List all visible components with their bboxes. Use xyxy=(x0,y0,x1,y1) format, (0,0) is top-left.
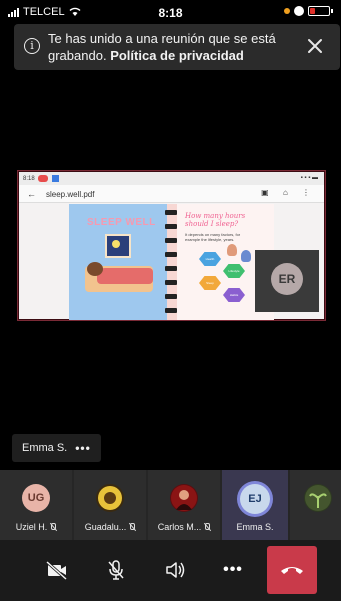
hex-label: Lifestyle xyxy=(223,264,245,278)
participant-avatar: UG xyxy=(22,484,50,512)
participant-tile[interactable]: Carlos M... xyxy=(148,470,220,540)
camera-toggle-button[interactable] xyxy=(32,550,82,590)
alarm-icon xyxy=(294,6,304,16)
mic-off-icon xyxy=(108,560,124,580)
blanket-illustration xyxy=(97,268,153,284)
hex-label: Sleep xyxy=(199,276,221,290)
close-icon[interactable] xyxy=(304,35,326,57)
person-photo-avatar xyxy=(170,484,198,512)
pdf-page-body: It depends on many factors, for example … xyxy=(185,232,241,242)
presenter-video-tile[interactable]: ER xyxy=(255,250,319,312)
hex-label: Habits xyxy=(223,288,245,302)
more-options-button[interactable]: ••• xyxy=(208,550,258,590)
hang-up-button[interactable] xyxy=(267,546,317,594)
status-right xyxy=(284,6,333,16)
sunflower-photo-avatar xyxy=(96,484,124,512)
pdf-page: SLEEP WELL How many hours should I sleep… xyxy=(69,204,274,320)
person-illustration xyxy=(241,250,251,262)
pdf-page-title: SLEEP WELL xyxy=(87,217,156,228)
shared-screen-content: 8:18 ▪ ▪ ▪ ▬ ← sleep.well.pdf ▣ ⌂ ⋮ SLEE… xyxy=(19,172,324,320)
more-icon: ••• xyxy=(223,561,243,578)
privacy-policy-link[interactable]: Política de privacidad xyxy=(110,48,244,63)
pdf-page-question: How many hours should I sleep? xyxy=(185,212,246,228)
binder-rings xyxy=(165,204,177,320)
participant-name: Emma S. xyxy=(236,522,274,532)
participant-tile[interactable]: UG Uziel H. xyxy=(0,470,72,540)
back-arrow-icon: ← xyxy=(27,189,36,199)
banner-text: Te has unido a una reunión que se está g… xyxy=(48,30,300,64)
active-speaker-name: Emma S. xyxy=(22,442,68,454)
battery-tip xyxy=(331,9,333,13)
participant-name-row: Emma S. xyxy=(222,522,288,532)
participant-name-row: Carlos M... xyxy=(148,522,220,532)
active-speaker-chip[interactable]: Emma S. ••• xyxy=(12,434,101,462)
participant-name: Carlos M... xyxy=(157,522,202,532)
participant-tile[interactable] xyxy=(290,470,341,540)
info-icon: i xyxy=(24,38,40,54)
hang-up-icon xyxy=(281,567,303,574)
mic-off-icon xyxy=(204,523,211,531)
shared-screen[interactable]: 8:18 ▪ ▪ ▪ ▬ ← sleep.well.pdf ▣ ⌂ ⋮ SLEE… xyxy=(17,170,326,321)
participant-name: Uziel H. xyxy=(15,522,48,532)
camera-off-icon xyxy=(45,560,68,580)
shared-time: 8:18 xyxy=(23,176,35,183)
participants-strip: UG Uziel H. Guadalu... Carlos M... EJ Em… xyxy=(0,470,341,540)
mic-toggle-button[interactable] xyxy=(91,550,141,590)
recording-banner: i Te has unido a una reunión que se está… xyxy=(14,24,340,70)
participant-avatar: EJ xyxy=(240,484,270,514)
speaker-button[interactable] xyxy=(150,550,200,590)
pdf-page-left: SLEEP WELL xyxy=(69,204,167,320)
mic-off-icon xyxy=(50,523,57,531)
shared-status-bar: 8:18 ▪ ▪ ▪ ▬ xyxy=(19,172,324,185)
participant-name: Guadalu... xyxy=(84,522,127,532)
plant-photo-avatar xyxy=(304,484,332,512)
hex-label: Health xyxy=(199,252,221,266)
moon-illustration xyxy=(112,240,120,248)
shared-status-icons: ▪ ▪ ▪ ▬ xyxy=(300,175,318,181)
dot-icon xyxy=(284,8,290,14)
pdf-filename: sleep.well.pdf xyxy=(46,190,95,199)
status-bar: TELCEL 8:18 xyxy=(0,0,341,24)
pdf-actions-icons: ▣ ⌂ ⋮ xyxy=(261,188,316,197)
pdf-toolbar: ← sleep.well.pdf ▣ ⌂ ⋮ xyxy=(19,185,324,203)
shared-badge-icon xyxy=(38,175,49,182)
call-controls: ••• xyxy=(0,540,341,601)
presenter-avatar: ER xyxy=(271,263,303,295)
participant-name-row: Guadalu... xyxy=(74,522,146,532)
more-options-icon[interactable]: ••• xyxy=(75,441,91,455)
participant-tile-active[interactable]: EJ Emma S. xyxy=(222,470,288,540)
battery-icon xyxy=(308,6,330,16)
mic-off-icon xyxy=(129,523,136,531)
person-illustration xyxy=(227,244,237,256)
participant-tile[interactable]: Guadalu... xyxy=(74,470,146,540)
speaker-icon xyxy=(166,562,185,578)
sleeper-illustration xyxy=(87,262,103,276)
participant-name-row: Uziel H. xyxy=(0,522,72,532)
shared-app-icon xyxy=(52,175,60,182)
